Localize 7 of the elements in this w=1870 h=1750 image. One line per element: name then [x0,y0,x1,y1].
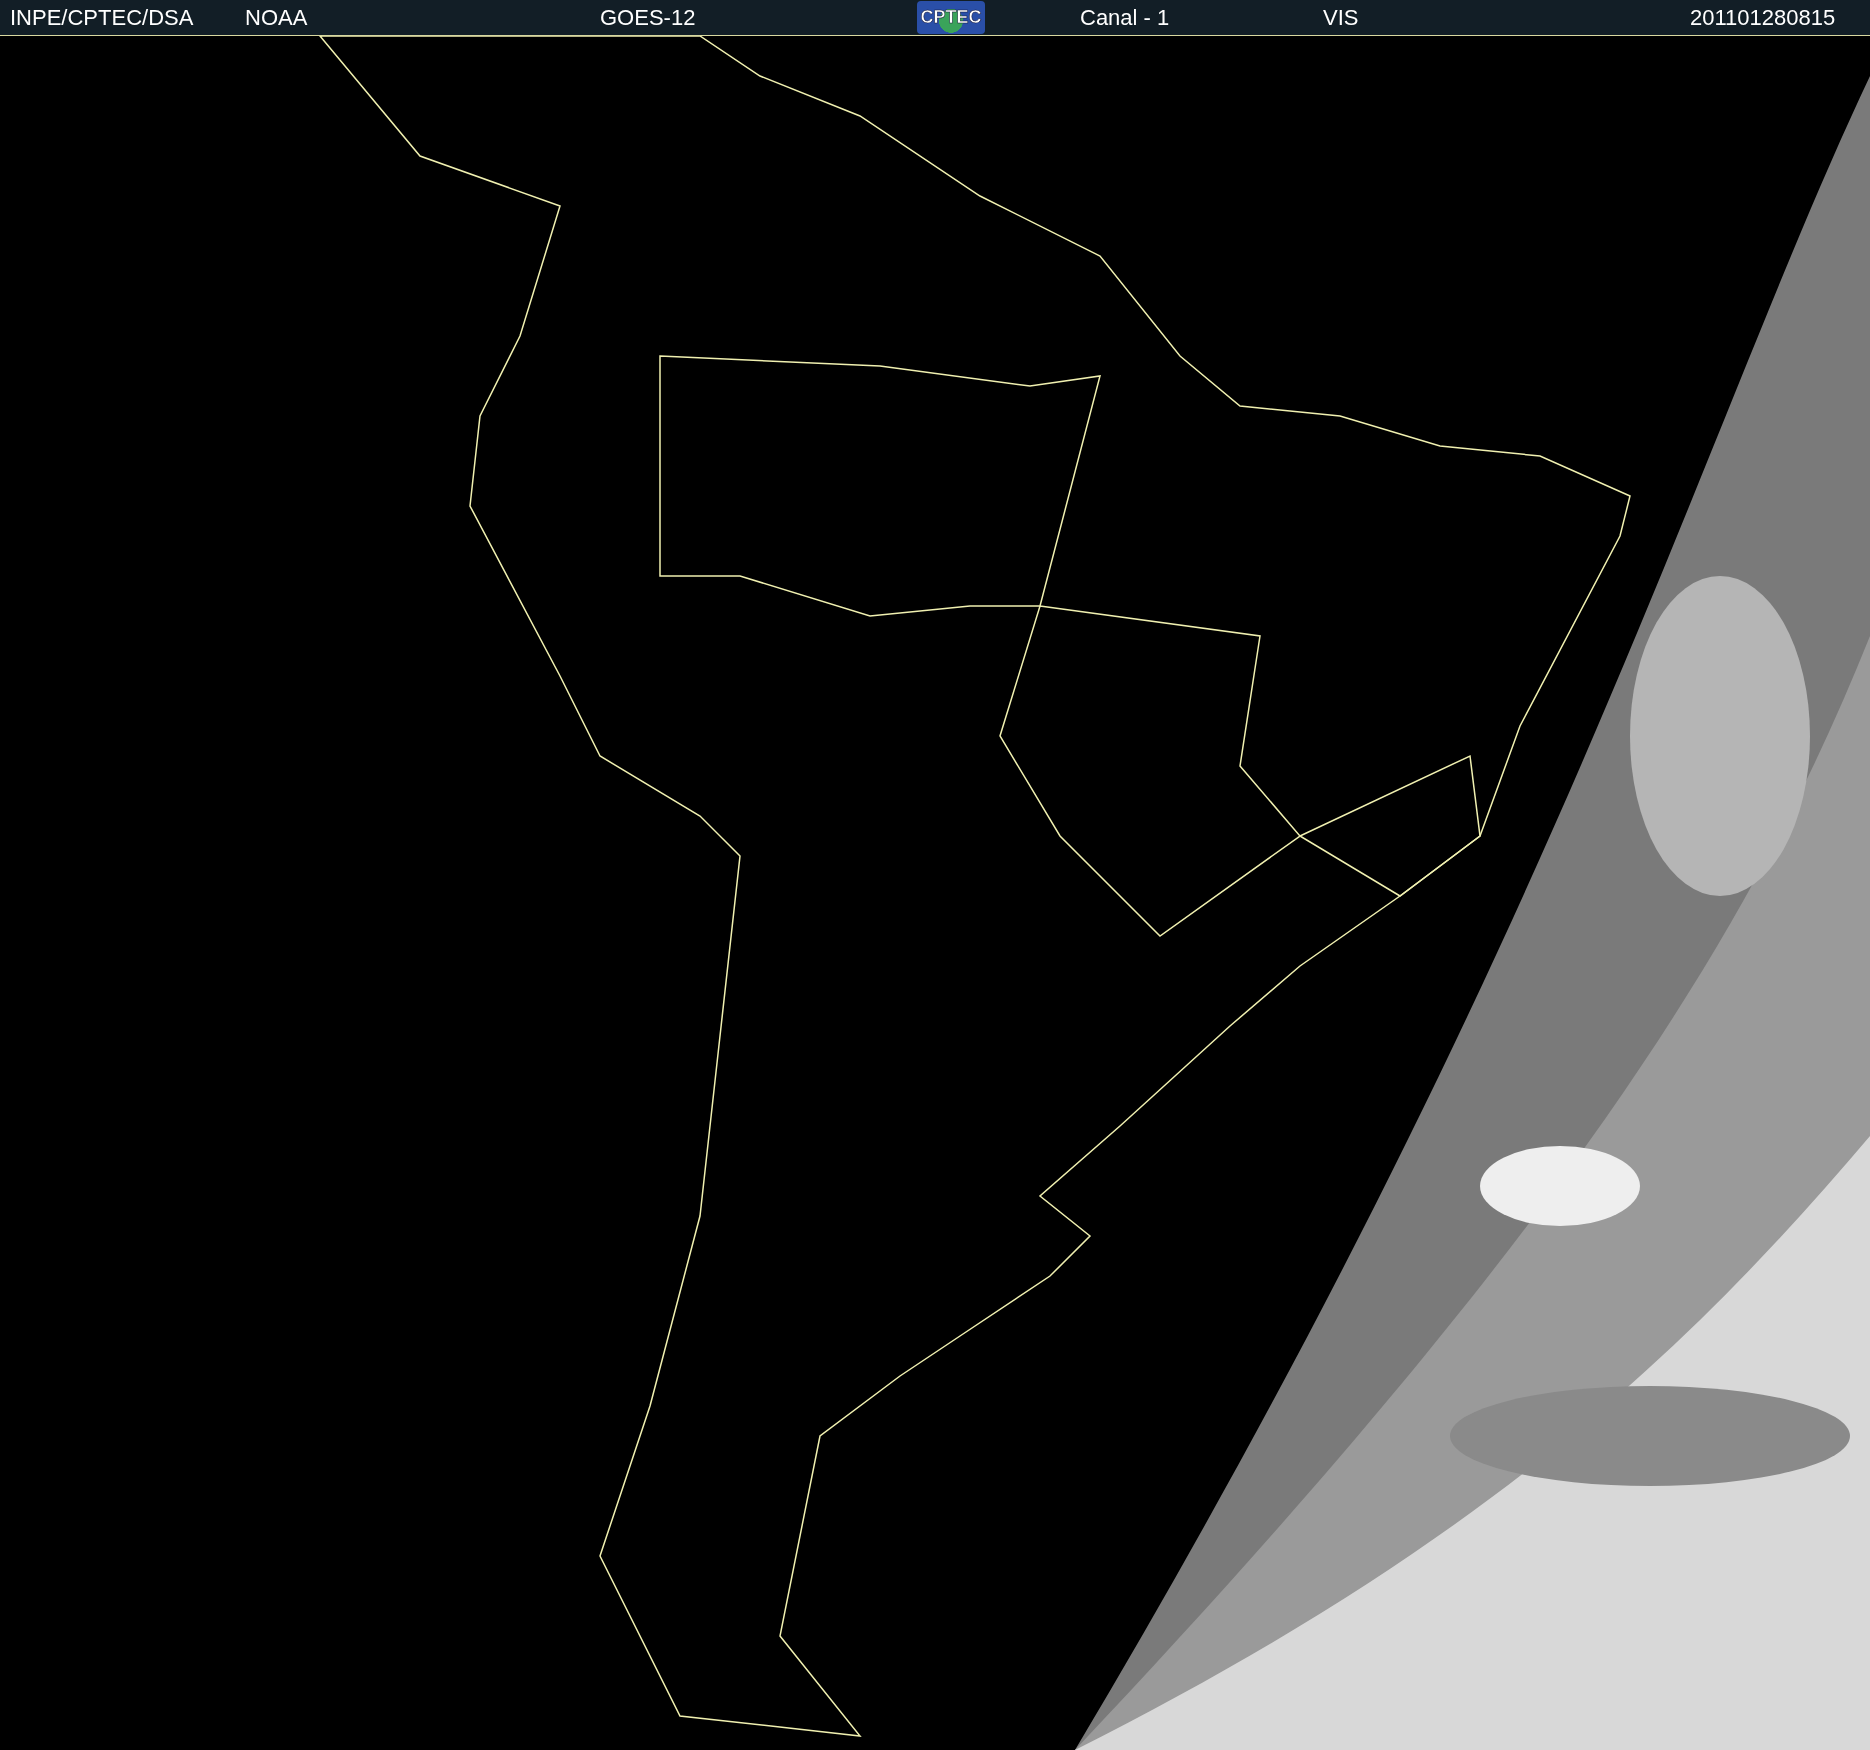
header-label: INPE/CPTEC/DSA [10,4,195,31]
header-label: Canal - 1 [1080,4,1171,31]
header-label: VIS [1323,4,1360,31]
header-label: NOAA [245,4,309,31]
header-label: GOES-12 [600,4,697,31]
header-label: 201101280815 [1690,4,1837,31]
logo: CPTEC [917,1,985,34]
